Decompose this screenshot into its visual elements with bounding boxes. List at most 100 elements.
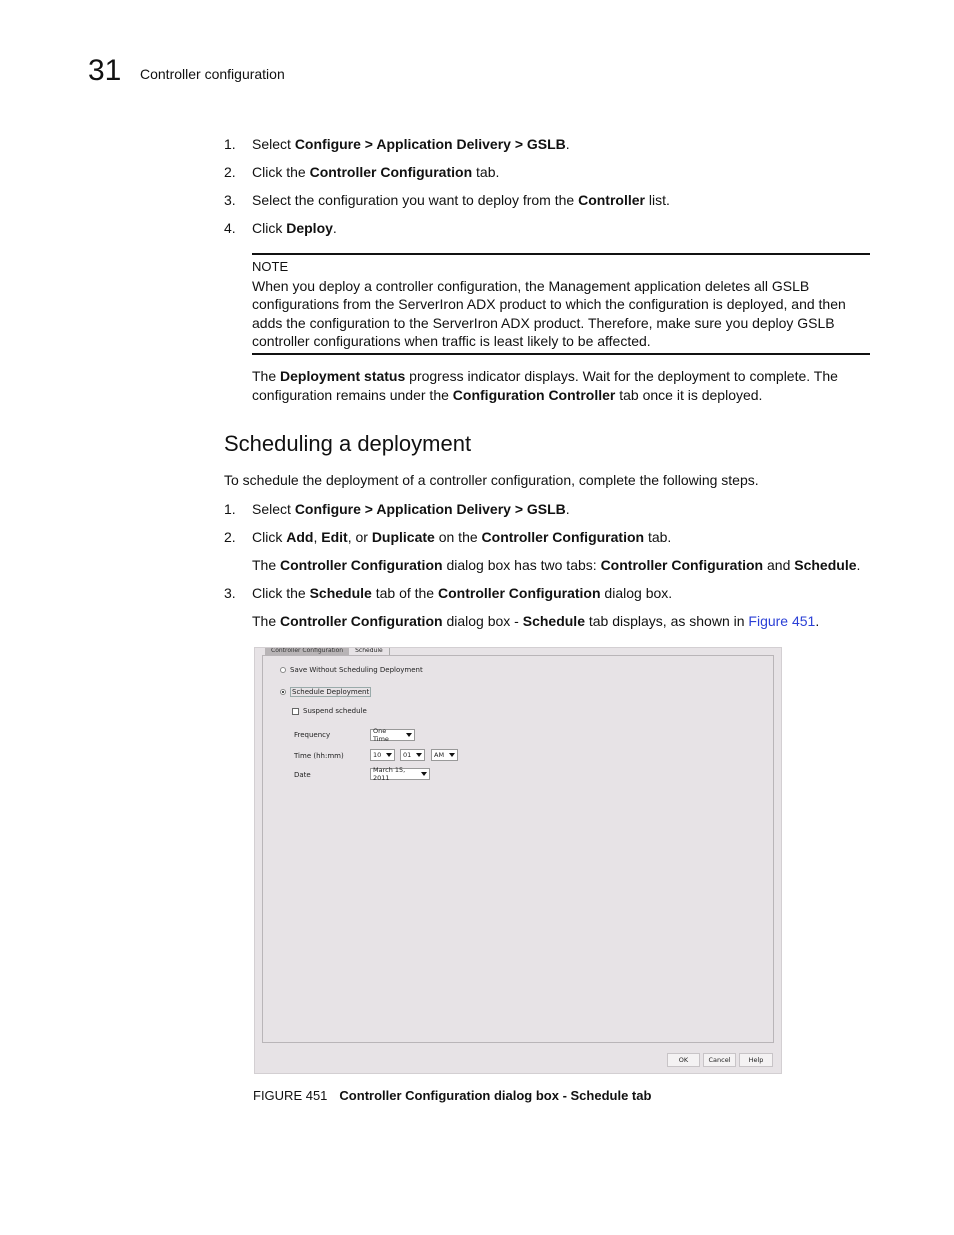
text-run: . bbox=[565, 501, 570, 517]
bold-term: Edit bbox=[321, 529, 348, 545]
text-run: . bbox=[332, 220, 337, 236]
chevron-down-icon bbox=[421, 772, 427, 776]
text-run: tab. bbox=[644, 529, 672, 545]
text-run: Click the bbox=[252, 585, 310, 601]
bold-term: Add bbox=[286, 529, 314, 545]
step-result: The Controller Configuration dialog box … bbox=[252, 612, 870, 630]
bold-term: Controller Configuration bbox=[280, 613, 443, 629]
chevron-down-icon bbox=[416, 753, 422, 757]
note-label: NOTE bbox=[252, 259, 289, 274]
bold-term: Deployment status bbox=[280, 368, 406, 384]
text-run: and bbox=[763, 557, 795, 573]
note-block: NOTE When you deploy a controller config… bbox=[252, 258, 870, 351]
step-item: 3. Select the configuration you want to d… bbox=[224, 191, 864, 209]
text-run: Select bbox=[252, 136, 295, 152]
frequency-label: Frequency bbox=[294, 731, 331, 739]
figure-number: FIGURE 451 bbox=[253, 1088, 328, 1103]
text-run: Click bbox=[252, 529, 287, 545]
minute-select[interactable]: 01 bbox=[400, 749, 425, 761]
date-value: March 15, 2011 bbox=[373, 766, 406, 782]
step-number: 3. bbox=[224, 585, 236, 601]
step-number: 3. bbox=[224, 192, 236, 208]
text-run: The bbox=[252, 368, 281, 384]
section-heading: Scheduling a deployment bbox=[224, 431, 472, 456]
deploy-status-paragraph: The Deployment status progress indicator… bbox=[252, 367, 870, 405]
bold-term: Deploy bbox=[286, 220, 333, 236]
text-run: tab once it is deployed. bbox=[615, 387, 763, 403]
figure-caption-text: Controller Configuration dialog box - Sc… bbox=[339, 1088, 652, 1103]
text-run: dialog box. bbox=[600, 585, 673, 601]
dialog-tabs: Controller Configuration Schedule bbox=[265, 648, 390, 655]
chapter-title: Controller configuration bbox=[140, 66, 285, 82]
bold-term: Configure > Application Delivery > GSLB bbox=[294, 501, 566, 517]
step-number: 1. bbox=[224, 136, 236, 152]
text-run: Click the bbox=[252, 164, 310, 180]
text-run: Select the configuration you want to dep… bbox=[252, 192, 579, 208]
schedule-deployment-option[interactable]: Schedule Deployment bbox=[280, 687, 372, 697]
time-label: Time (hh:mm) bbox=[294, 752, 344, 760]
ampm-value: AM bbox=[434, 751, 445, 759]
step-number: 2. bbox=[224, 529, 236, 545]
text-run: Select bbox=[252, 501, 295, 517]
bold-term: Controller Configuration bbox=[481, 529, 645, 545]
bold-term: Schedule bbox=[309, 585, 372, 601]
text-run: tab displays, as shown in bbox=[584, 613, 749, 629]
ampm-select[interactable]: AM bbox=[431, 749, 458, 761]
text-run: tab. bbox=[472, 164, 500, 180]
bold-term: Configure > Application Delivery > GSLB bbox=[294, 136, 566, 152]
note-text: When you deploy a controller configurati… bbox=[252, 277, 846, 350]
save-without-radio[interactable] bbox=[280, 667, 286, 673]
text-run: The bbox=[252, 557, 281, 573]
step-item: 2. Click the Controller Configuration tab… bbox=[224, 163, 864, 181]
note-top-rule bbox=[252, 253, 870, 255]
bold-term: Controller Configuration bbox=[309, 164, 473, 180]
chapter-number: 31 bbox=[88, 54, 122, 87]
controller-configuration-dialog: Controller Configuration Schedule Save W… bbox=[254, 647, 782, 1074]
text-run: Click bbox=[252, 220, 287, 236]
step-result: The Controller Configuration dialog box … bbox=[252, 556, 870, 574]
suspend-schedule-checkbox[interactable] bbox=[292, 707, 299, 715]
save-without-label: Save Without Scheduling Deployment bbox=[290, 666, 423, 674]
bold-term: Schedule bbox=[522, 613, 585, 629]
chevron-down-icon bbox=[449, 753, 455, 757]
ok-button[interactable]: OK bbox=[667, 1053, 700, 1067]
text-run: . bbox=[565, 136, 570, 152]
text-run: on the bbox=[434, 529, 482, 545]
tab-schedule[interactable]: Schedule bbox=[349, 648, 390, 655]
step-item: 3. Click the Schedule tab of the Controll… bbox=[224, 584, 864, 602]
step-item: 1. Select Configure > Application Deliver… bbox=[224, 500, 864, 518]
step-item: 4. Click Deploy. bbox=[224, 219, 864, 237]
hour-select[interactable]: 10 bbox=[370, 749, 395, 761]
suspend-schedule-option[interactable]: Suspend schedule bbox=[292, 707, 367, 715]
text-run: , or bbox=[347, 529, 372, 545]
tab-controller-configuration[interactable]: Controller Configuration bbox=[265, 648, 350, 655]
bold-term: Duplicate bbox=[371, 529, 435, 545]
text-run: dialog box - bbox=[442, 613, 523, 629]
chevron-down-icon bbox=[386, 753, 392, 757]
save-without-scheduling-option[interactable]: Save Without Scheduling Deployment bbox=[280, 666, 423, 674]
minute-value: 01 bbox=[403, 751, 412, 759]
section-intro: To schedule the deployment of a controll… bbox=[224, 472, 759, 488]
note-bottom-rule bbox=[252, 353, 870, 355]
schedule-deployment-label: Schedule Deployment bbox=[290, 687, 372, 697]
step-number: 2. bbox=[224, 164, 236, 180]
step-number: 4. bbox=[224, 220, 236, 236]
schedule-deployment-radio[interactable] bbox=[280, 689, 286, 695]
cancel-button[interactable]: Cancel bbox=[703, 1053, 736, 1067]
date-picker[interactable]: March 15, 2011 bbox=[370, 766, 430, 782]
schedule-panel: Save Without Scheduling Deployment Sched… bbox=[262, 655, 774, 1043]
step-item: 2. Click Add, Edit, or Duplicate on the C… bbox=[224, 528, 864, 546]
step-item: 1. Select Configure > Application Deliver… bbox=[224, 135, 864, 153]
bold-term: Controller bbox=[578, 192, 645, 208]
suspend-schedule-label: Suspend schedule bbox=[303, 707, 367, 715]
frequency-select[interactable]: One Time bbox=[370, 727, 415, 743]
figure-caption: FIGURE 451 Controller Configuration dialo… bbox=[253, 1088, 651, 1104]
chevron-down-icon bbox=[406, 733, 412, 737]
help-button[interactable]: Help bbox=[739, 1053, 773, 1067]
text-run: tab of the bbox=[371, 585, 438, 601]
bold-term: Controller Configuration bbox=[600, 557, 764, 573]
figure-link[interactable]: Figure 451 bbox=[748, 613, 815, 629]
text-run: The bbox=[252, 613, 281, 629]
bold-term: Schedule bbox=[794, 557, 857, 573]
text-run: dialog box has two tabs: bbox=[442, 557, 601, 573]
